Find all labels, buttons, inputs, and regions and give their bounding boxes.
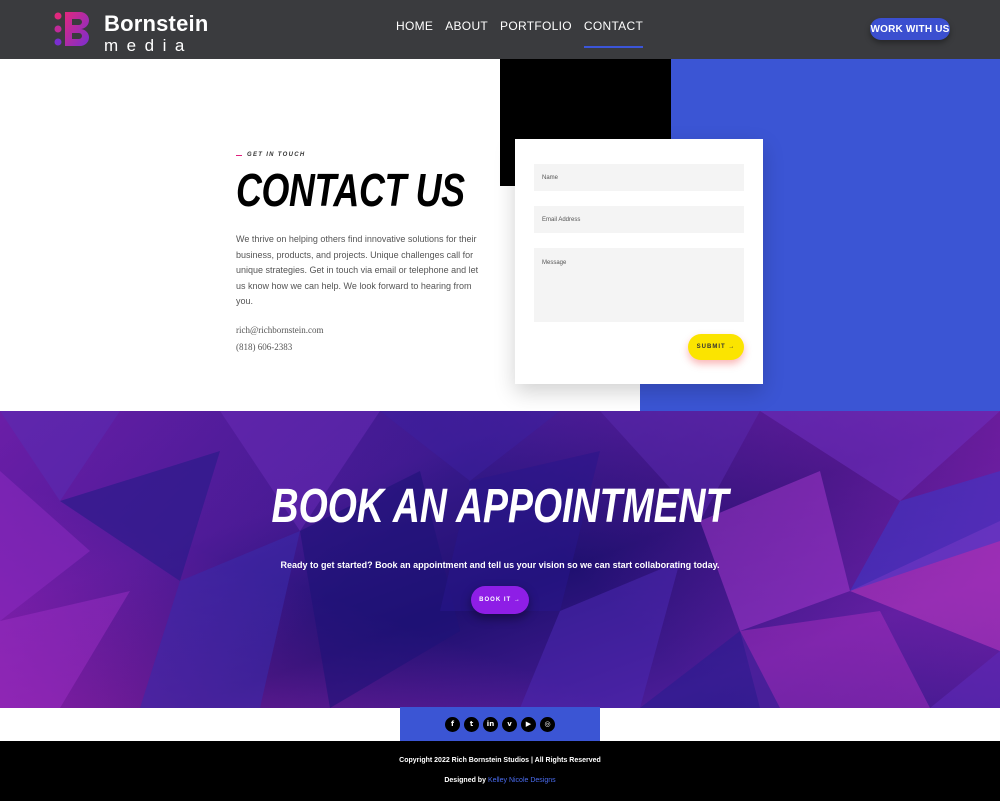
- logo-mark-icon: [54, 12, 89, 46]
- contact-phone-link[interactable]: (818) 606-2383: [236, 342, 292, 352]
- site-footer: Copyright 2022 Rich Bornstein Studios | …: [0, 741, 1000, 801]
- contact-form: Name Email Address Message SUBMIT →: [515, 139, 763, 384]
- appointment-title: BOOK AN APPOINTMENT: [271, 480, 729, 533]
- contact-eyebrow: GET IN TOUCH: [236, 152, 306, 158]
- logo-subtitle: media: [104, 36, 193, 55]
- youtube-icon[interactable]: ▶: [521, 716, 536, 732]
- linkedin-icon[interactable]: in: [483, 716, 498, 732]
- nav-contact[interactable]: CONTACT: [583, 19, 644, 48]
- twitter-icon[interactable]: t: [464, 716, 479, 732]
- social-links-bar: f t in v ▶ ◎: [400, 707, 600, 741]
- facebook-icon[interactable]: f: [445, 716, 460, 732]
- instagram-icon[interactable]: ◎: [540, 716, 555, 732]
- appointment-subtitle: Ready to get started? Book an appointmen…: [280, 560, 720, 570]
- eyebrow-text: GET IN TOUCH: [247, 152, 306, 158]
- designer-link[interactable]: Kelley Nicole Designs: [488, 777, 556, 784]
- work-with-us-button[interactable]: WORK WITH US: [870, 18, 950, 40]
- contact-title: CONTACT US: [236, 164, 465, 216]
- main-nav: HOME ABOUT PORTFOLIO CONTACT: [396, 19, 644, 48]
- message-field[interactable]: Message: [534, 248, 744, 322]
- designer-credit: Designed by Kelley Nicole Designs: [0, 777, 1000, 784]
- contact-description: We thrive on helping others find innovat…: [236, 234, 479, 306]
- appointment-section: BOOK AN APPOINTMENT Ready to get started…: [0, 411, 1000, 708]
- site-header: Bornstein media HOME ABOUT PORTFOLIO CON…: [0, 0, 1000, 59]
- nav-home[interactable]: HOME: [396, 19, 433, 39]
- name-field[interactable]: Name: [534, 164, 744, 191]
- eyebrow-dash: [236, 154, 242, 156]
- contact-email-link[interactable]: rich@richbornstein.com: [236, 325, 324, 335]
- designed-by-label: Designed by: [444, 777, 486, 784]
- nav-about[interactable]: ABOUT: [445, 19, 488, 39]
- nav-portfolio[interactable]: PORTFOLIO: [500, 19, 572, 39]
- email-field[interactable]: Email Address: [534, 206, 744, 233]
- submit-button[interactable]: SUBMIT →: [688, 334, 744, 360]
- logo-name: Bornstein: [104, 11, 209, 36]
- copyright-text: Copyright 2022 Rich Bornstein Studios | …: [399, 757, 601, 764]
- vimeo-icon[interactable]: v: [502, 716, 517, 732]
- book-it-button[interactable]: BOOK IT →: [471, 586, 529, 614]
- logo[interactable]: Bornstein media: [54, 11, 208, 56]
- contact-section: GET IN TOUCH CONTACT US We thrive on hel…: [0, 59, 1000, 411]
